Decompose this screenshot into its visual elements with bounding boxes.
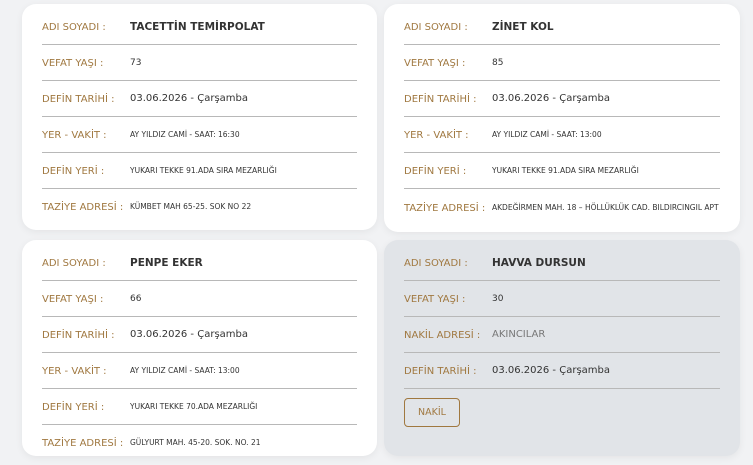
place-label: DEFİN YERİ : xyxy=(42,401,105,413)
age-row: VEFAT YAŞI : 85 xyxy=(404,46,720,81)
transfer-value: AKINCILAR xyxy=(492,329,546,340)
time-row: YER - VAKİT : AY YILDIZ CAMİ - SAAT: 13:… xyxy=(404,118,720,153)
funeral-card: ADI SOYADI : TACETTİN TEMİRPOLAT VEFAT Y… xyxy=(22,4,377,230)
date-value: 03.06.2026 - Çarşamba xyxy=(492,365,610,376)
time-label: YER - VAKİT : xyxy=(42,365,107,377)
condolence-value: KÜMBET MAH 65-25. SOK NO 22 xyxy=(130,202,252,211)
place-label: DEFİN YERİ : xyxy=(404,165,467,177)
name-label: ADI SOYADI : xyxy=(42,21,106,33)
date-row: DEFİN TARİHİ : 03.06.2026 - Çarşamba xyxy=(404,354,720,389)
age-row: VEFAT YAŞI : 66 xyxy=(42,282,357,317)
name-row: ADI SOYADI : TACETTİN TEMİRPOLAT xyxy=(42,10,357,45)
transfer-button[interactable]: NAKİL xyxy=(404,398,460,427)
transfer-card: ADI SOYADI : HAVVA DURSUN VEFAT YAŞI : 3… xyxy=(384,240,740,456)
condolence-row: TAZİYE ADRESİ : KÜMBET MAH 65-25. SOK NO… xyxy=(42,190,357,224)
place-value: YUKARI TEKKE 70.ADA MEZARLIĞI xyxy=(130,402,258,411)
age-label: VEFAT YAŞI : xyxy=(404,57,466,69)
condolence-label: TAZİYE ADRESİ : xyxy=(404,202,486,214)
place-row: DEFİN YERİ : YUKARI TEKKE 91.ADA SIRA ME… xyxy=(42,154,357,189)
date-label: DEFİN TARİHİ : xyxy=(404,365,477,377)
condolence-value: AKDEĞİRMEN MAH. 18 – HÖLLÜKLÜK CAD. BILD… xyxy=(492,203,719,212)
condolence-label: TAZİYE ADRESİ : xyxy=(42,201,124,213)
date-label: DEFİN TARİHİ : xyxy=(404,93,477,105)
time-value: AY YILDIZ CAMİ - SAAT: 13:00 xyxy=(130,366,240,375)
name-row: ADI SOYADI : PENPE EKER xyxy=(42,246,357,281)
time-label: YER - VAKİT : xyxy=(42,129,107,141)
name-label: ADI SOYADI : xyxy=(404,21,468,33)
time-row: YER - VAKİT : AY YILDIZ CAMİ - SAAT: 13:… xyxy=(42,354,357,389)
age-value: 73 xyxy=(130,58,142,68)
age-label: VEFAT YAŞI : xyxy=(42,57,104,69)
place-row: DEFİN YERİ : YUKARI TEKKE 70.ADA MEZARLI… xyxy=(42,390,357,425)
funeral-card: ADI SOYADI : ZİNET KOL VEFAT YAŞI : 85 D… xyxy=(384,4,740,232)
deceased-name: HAVVA DURSUN xyxy=(492,257,586,269)
date-label: DEFİN TARİHİ : xyxy=(42,329,115,341)
age-row: VEFAT YAŞI : 30 xyxy=(404,282,720,317)
place-value: YUKARI TEKKE 91.ADA SIRA MEZARLIĞI xyxy=(130,166,277,175)
time-row: YER - VAKİT : AY YILDIZ CAMİ - SAAT: 16:… xyxy=(42,118,357,153)
age-value: 30 xyxy=(492,294,504,304)
age-row: VEFAT YAŞI : 73 xyxy=(42,46,357,81)
place-value: YUKARI TEKKE 91.ADA SIRA MEZARLIĞI xyxy=(492,166,639,175)
name-row: ADI SOYADI : HAVVA DURSUN xyxy=(404,246,720,281)
condolence-value: GÜLYURT MAH. 45-20. SOK. NO. 21 xyxy=(130,438,261,447)
date-value: 03.06.2026 - Çarşamba xyxy=(130,93,248,104)
time-value: AY YILDIZ CAMİ - SAAT: 13:00 xyxy=(492,130,602,139)
date-row: DEFİN TARİHİ : 03.06.2026 - Çarşamba xyxy=(404,82,720,117)
transfer-label: NAKİL ADRESİ : xyxy=(404,329,481,341)
funeral-card: ADI SOYADI : PENPE EKER VEFAT YAŞI : 66 … xyxy=(22,240,377,456)
time-value: AY YILDIZ CAMİ - SAAT: 16:30 xyxy=(130,130,240,139)
condolence-row: TAZİYE ADRESİ : GÜLYURT MAH. 45-20. SOK.… xyxy=(42,426,357,460)
date-row: DEFİN TARİHİ : 03.06.2026 - Çarşamba xyxy=(42,318,357,353)
name-label: ADI SOYADI : xyxy=(404,257,468,269)
age-value: 85 xyxy=(492,58,504,68)
date-label: DEFİN TARİHİ : xyxy=(42,93,115,105)
condolence-row: TAZİYE ADRESİ : AKDEĞİRMEN MAH. 18 – HÖL… xyxy=(404,190,720,226)
date-value: 03.06.2026 - Çarşamba xyxy=(492,93,610,104)
place-row: DEFİN YERİ : YUKARI TEKKE 91.ADA SIRA ME… xyxy=(404,154,720,189)
date-row: DEFİN TARİHİ : 03.06.2026 - Çarşamba xyxy=(42,82,357,117)
deceased-name: TACETTİN TEMİRPOLAT xyxy=(130,21,265,33)
deceased-name: PENPE EKER xyxy=(130,257,203,269)
condolence-label: TAZİYE ADRESİ : xyxy=(42,437,124,449)
deceased-name: ZİNET KOL xyxy=(492,21,554,33)
place-label: DEFİN YERİ : xyxy=(42,165,105,177)
date-value: 03.06.2026 - Çarşamba xyxy=(130,329,248,340)
age-label: VEFAT YAŞI : xyxy=(42,293,104,305)
name-row: ADI SOYADI : ZİNET KOL xyxy=(404,10,720,45)
age-value: 66 xyxy=(130,294,142,304)
time-label: YER - VAKİT : xyxy=(404,129,469,141)
age-label: VEFAT YAŞI : xyxy=(404,293,466,305)
name-label: ADI SOYADI : xyxy=(42,257,106,269)
transfer-row: NAKİL ADRESİ : AKINCILAR xyxy=(404,318,720,353)
